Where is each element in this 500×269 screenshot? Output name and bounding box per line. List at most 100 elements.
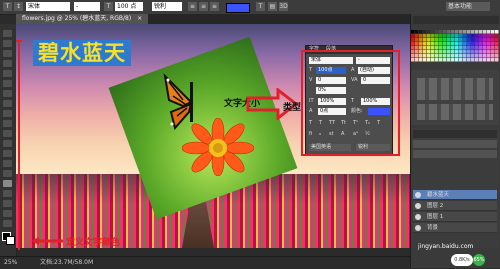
adjustments-panel bbox=[411, 70, 499, 125]
font-size-field[interactable]: 100 点 bbox=[115, 2, 143, 11]
eye-icon[interactable] bbox=[415, 214, 421, 220]
layer-blend-bar[interactable] bbox=[413, 150, 497, 158]
layers-panel: 碧水蓝天 图层 2 图层 1 背景 bbox=[411, 128, 499, 248]
color-swatch bbox=[435, 30, 439, 34]
pen-tool-icon[interactable] bbox=[3, 170, 12, 177]
adjustment-icons-row2[interactable] bbox=[417, 104, 493, 120]
annotation-text-color: 定义文字颜色 bbox=[66, 238, 121, 248]
layer-row-text[interactable]: 碧水蓝天 bbox=[413, 190, 497, 200]
layer-row-1[interactable]: 图层 1 bbox=[413, 212, 497, 222]
swatches-grid[interactable] bbox=[411, 30, 499, 64]
adjustment-icons[interactable] bbox=[417, 78, 493, 100]
color-swatch bbox=[467, 30, 471, 34]
color-swatch bbox=[483, 30, 487, 34]
blur-tool-icon[interactable] bbox=[3, 150, 12, 157]
align-left-icon[interactable]: ≡ bbox=[188, 2, 197, 11]
stamp-tool-icon[interactable] bbox=[3, 110, 12, 117]
color-swatch bbox=[495, 54, 499, 58]
align-center-icon[interactable]: ≡ bbox=[199, 2, 208, 11]
color-swatch bbox=[471, 34, 475, 38]
gradient-tool-icon[interactable] bbox=[3, 140, 12, 147]
color-swatch bbox=[479, 30, 483, 34]
shape-tool-icon[interactable] bbox=[3, 200, 12, 207]
color-swatch bbox=[411, 38, 415, 42]
type-tool-icon[interactable]: T bbox=[3, 2, 12, 11]
network-speed-badge: 0.8K/s bbox=[451, 254, 473, 266]
color-swatch bbox=[479, 46, 483, 50]
color-swatch bbox=[451, 54, 455, 58]
color-swatch bbox=[431, 54, 435, 58]
tab-document[interactable]: flowers.jpg @ 25% (碧水蓝天, RGB/8) × bbox=[16, 14, 149, 24]
color-swatch bbox=[495, 38, 499, 42]
type-tool-icon[interactable] bbox=[3, 180, 12, 187]
history-brush-tool-icon[interactable] bbox=[3, 120, 12, 127]
color-swatch bbox=[443, 34, 447, 38]
zoom-level[interactable]: 25% bbox=[4, 257, 17, 269]
color-swatch bbox=[439, 58, 443, 62]
annotation-tick bbox=[16, 40, 22, 42]
text-color-swatch[interactable] bbox=[226, 3, 250, 13]
hand-tool-icon[interactable] bbox=[3, 210, 12, 217]
warp-text-icon[interactable]: T bbox=[256, 2, 265, 11]
path-select-tool-icon[interactable] bbox=[3, 190, 12, 197]
canvas-text-layer[interactable]: 碧水蓝天 bbox=[33, 40, 131, 66]
color-swatch bbox=[475, 50, 479, 54]
dodge-tool-icon[interactable] bbox=[3, 160, 12, 167]
color-swatch bbox=[479, 58, 483, 62]
color-swatch bbox=[415, 54, 419, 58]
color-swatch bbox=[475, 34, 479, 38]
align-right-icon[interactable]: ≡ bbox=[210, 2, 219, 11]
color-swatch bbox=[471, 46, 475, 50]
color-swatch bbox=[455, 42, 459, 46]
color-swatch bbox=[487, 58, 491, 62]
character-panel-icon[interactable]: ▤ bbox=[268, 2, 277, 11]
eraser-tool-icon[interactable] bbox=[3, 130, 12, 137]
crop-tool-icon[interactable] bbox=[3, 70, 12, 77]
zoom-tool-icon[interactable] bbox=[3, 220, 12, 227]
eyedropper-tool-icon[interactable] bbox=[3, 80, 12, 87]
layer-filter-bar[interactable] bbox=[413, 140, 497, 148]
layer-row-background[interactable]: 背景 bbox=[413, 223, 497, 233]
layer-row-2[interactable]: 图层 2 bbox=[413, 201, 497, 211]
color-swatch bbox=[483, 58, 487, 62]
eye-icon[interactable] bbox=[415, 192, 421, 198]
color-swatch bbox=[467, 54, 471, 58]
3d-icon[interactable]: 3D bbox=[279, 2, 288, 11]
color-swatch bbox=[447, 50, 451, 54]
color-swatch bbox=[435, 54, 439, 58]
color-swatch bbox=[451, 46, 455, 50]
color-swatch bbox=[455, 46, 459, 50]
color-swatch bbox=[423, 46, 427, 50]
color-swatch bbox=[463, 42, 467, 46]
color-swatch bbox=[483, 46, 487, 50]
font-style-field[interactable]: - bbox=[74, 2, 100, 11]
color-swatch bbox=[491, 46, 495, 50]
brush-tool-icon[interactable] bbox=[3, 100, 12, 107]
color-swatch bbox=[459, 50, 463, 54]
color-swatch bbox=[415, 42, 419, 46]
color-swatch bbox=[463, 58, 467, 62]
background-color-swatch[interactable] bbox=[6, 236, 15, 245]
eye-icon[interactable] bbox=[415, 225, 421, 231]
quick-select-tool-icon[interactable] bbox=[3, 60, 12, 67]
color-swatch bbox=[419, 58, 423, 62]
close-icon[interactable]: × bbox=[137, 15, 142, 22]
orientation-icon[interactable]: ↕ bbox=[14, 2, 23, 11]
marquee-tool-icon[interactable] bbox=[3, 40, 12, 47]
speed-percent-badge: 65% bbox=[473, 254, 485, 266]
color-swatch bbox=[487, 30, 491, 34]
color-swatch bbox=[463, 30, 467, 34]
color-swatch bbox=[419, 42, 423, 46]
healing-tool-icon[interactable] bbox=[3, 90, 12, 97]
move-tool-icon[interactable] bbox=[3, 30, 12, 37]
lasso-tool-icon[interactable] bbox=[3, 50, 12, 57]
color-swatch bbox=[459, 38, 463, 42]
workspace-select[interactable]: 基本功能 bbox=[446, 2, 490, 11]
color-swatch bbox=[431, 34, 435, 38]
color-swatch bbox=[487, 42, 491, 46]
color-swatch bbox=[495, 50, 499, 54]
anti-alias-field[interactable]: 锐利 bbox=[152, 2, 182, 11]
color-swatch bbox=[479, 42, 483, 46]
eye-icon[interactable] bbox=[415, 203, 421, 209]
font-family-field[interactable]: 宋体 bbox=[26, 2, 70, 11]
